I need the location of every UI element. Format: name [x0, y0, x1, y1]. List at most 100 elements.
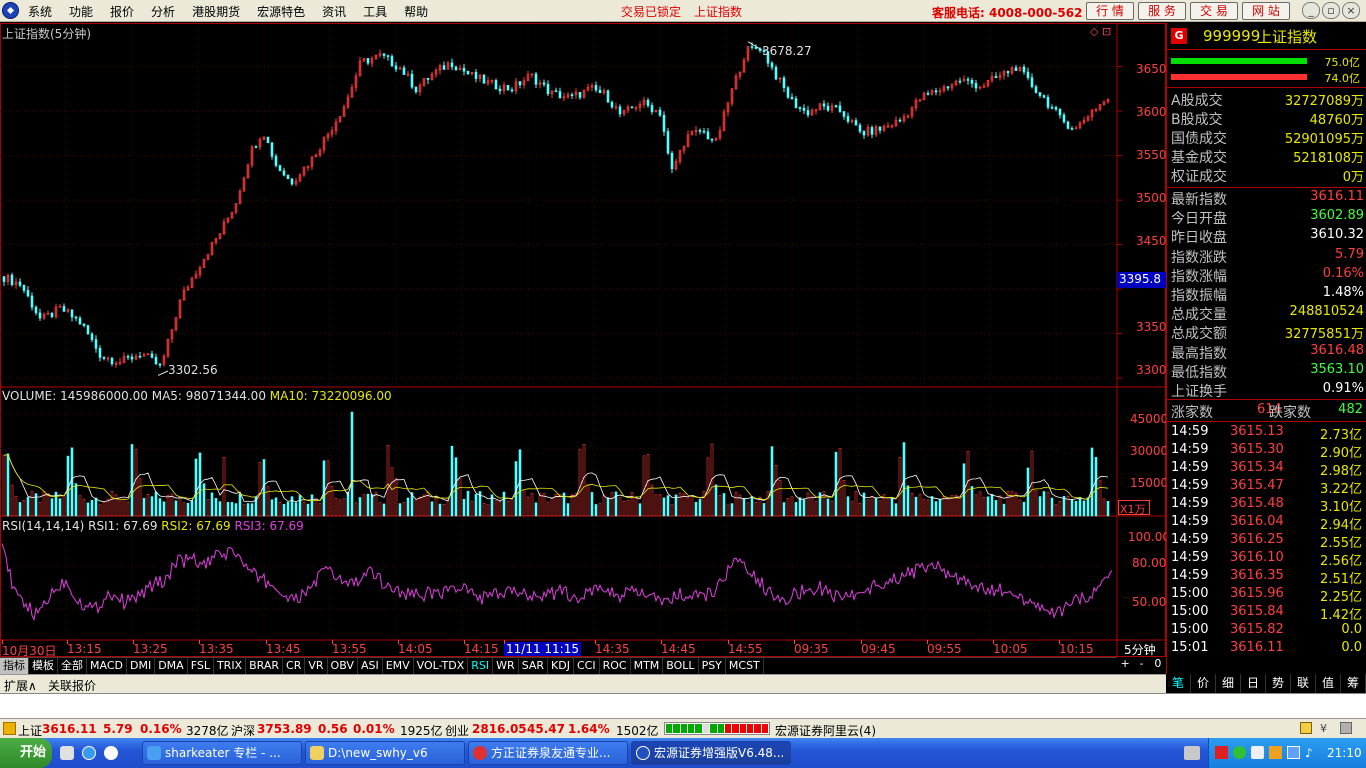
- close-icon[interactable]: ×: [1342, 2, 1360, 19]
- indicator-tab-sar[interactable]: SAR: [519, 658, 549, 674]
- task-folder[interactable]: D:\new_swhy_v6: [305, 741, 465, 765]
- candle-body: [286, 174, 290, 179]
- quote-tab[interactable]: 联: [1291, 674, 1316, 693]
- task-blog[interactable]: sharkeater 专栏 - ...: [142, 741, 302, 765]
- chart-corner-icons[interactable]: ◇ ⊡: [1090, 25, 1111, 38]
- quick-launch-icon[interactable]: [60, 746, 74, 760]
- indicator-tab-rsi[interactable]: RSI: [468, 658, 494, 674]
- menu-help[interactable]: 帮助: [404, 3, 428, 20]
- tick-row[interactable]: 14:59 3616.25 2.55亿: [1170, 532, 1364, 551]
- app-logo-icon[interactable]: [2, 2, 19, 19]
- task-fangzheng[interactable]: 方正证券泉友通专业...: [468, 741, 628, 765]
- indicator-tab-emv[interactable]: EMV: [383, 658, 414, 674]
- menu-analysis[interactable]: 分析: [151, 3, 175, 20]
- indicator-tab-vol-tdx[interactable]: VOL-TDX: [414, 658, 469, 674]
- start-button[interactable]: 开始: [0, 738, 52, 768]
- keyboard-icon[interactable]: [1184, 746, 1200, 760]
- indicator-tab-vr[interactable]: VR: [305, 658, 328, 674]
- menu-hk-futures[interactable]: 港股期货: [192, 3, 240, 20]
- warning-icon[interactable]: [1300, 722, 1312, 734]
- volume-bar: [650, 484, 654, 517]
- website-button[interactable]: 网 站: [1242, 2, 1290, 20]
- indicator-tab-指标[interactable]: 指标: [0, 658, 29, 674]
- indicator-tab-fsl[interactable]: FSL: [188, 658, 214, 674]
- indicator-tab-全部[interactable]: 全部: [58, 658, 87, 674]
- quote-tab[interactable]: 细: [1216, 674, 1241, 693]
- tick-row[interactable]: 14:59 3615.48 3.10亿: [1170, 496, 1364, 515]
- volume-bar: [470, 500, 474, 517]
- indicator-tab-mtm[interactable]: MTM: [631, 658, 664, 674]
- indicator-tab-boll[interactable]: BOLL: [663, 658, 699, 674]
- tick-row[interactable]: 15:00 3615.84 1.42亿: [1170, 604, 1364, 623]
- market-button[interactable]: 行 情: [1086, 2, 1134, 20]
- chart-area[interactable]: 上证指数(5分钟) ◇ ⊡ 3678.27 3302.56 3650 3600 …: [0, 23, 1170, 658]
- tick-row[interactable]: 15:01 3616.11 0.0: [1170, 640, 1364, 658]
- indicator-tab-trix[interactable]: TRIX: [214, 658, 247, 674]
- restore-icon[interactable]: ▫: [1322, 2, 1340, 19]
- tray-display-icon[interactable]: [1287, 746, 1300, 759]
- quote-tab[interactable]: 日: [1241, 674, 1266, 693]
- tray-network-icon[interactable]: [1233, 746, 1246, 759]
- menu-news[interactable]: 资讯: [322, 3, 346, 20]
- indicator-tab-kdj[interactable]: KDJ: [548, 658, 574, 674]
- tick-row[interactable]: 14:59 3616.35 2.51亿: [1170, 568, 1364, 587]
- indicator-tab-roc[interactable]: ROC: [600, 658, 631, 674]
- chart-canvas[interactable]: [0, 23, 1166, 657]
- tick-row[interactable]: 14:59 3615.34 2.98亿: [1170, 460, 1364, 479]
- trade-lock-status[interactable]: 交易已锁定: [621, 3, 681, 20]
- indicator-tab-dma[interactable]: DMA: [155, 658, 188, 674]
- menu-tools[interactable]: 工具: [363, 3, 387, 20]
- tick-row[interactable]: 15:00 3615.82 0.0: [1170, 622, 1364, 640]
- tick-row[interactable]: 14:59 3615.47 3.22亿: [1170, 478, 1364, 497]
- zoom-reset-button[interactable]: 0: [1150, 657, 1166, 674]
- tick-row[interactable]: 14:59 3616.04 2.94亿: [1170, 514, 1364, 533]
- menu-system[interactable]: 系统: [28, 3, 52, 20]
- indicator-tab-cr[interactable]: CR: [283, 658, 306, 674]
- volume-bar: [718, 494, 722, 517]
- zoom-in-button[interactable]: +: [1117, 657, 1133, 674]
- candle-body: [62, 306, 66, 312]
- period-label[interactable]: 5分钟: [1124, 641, 1156, 658]
- settings-icon[interactable]: [1340, 722, 1352, 734]
- quote-tab[interactable]: 筹: [1341, 674, 1366, 693]
- minimize-icon[interactable]: _: [1302, 2, 1320, 19]
- tick-row[interactable]: 14:59 3616.10 2.56亿: [1170, 550, 1364, 569]
- indicator-tab-模板[interactable]: 模板: [29, 658, 58, 674]
- quote-tab[interactable]: 值: [1316, 674, 1341, 693]
- indicator-tab-asi[interactable]: ASI: [358, 658, 383, 674]
- tray-volume-icon[interactable]: ♪: [1305, 746, 1318, 760]
- stat-row: 昨日收盘 3610.32: [1170, 227, 1364, 246]
- menu-hongyuan[interactable]: 宏源特色: [257, 3, 305, 20]
- menu-function[interactable]: 功能: [69, 3, 93, 20]
- tick-row[interactable]: 15:00 3615.96 2.25亿: [1170, 586, 1364, 605]
- expand-tab[interactable]: 扩展∧: [4, 677, 37, 694]
- indicator-tab-brar[interactable]: BRAR: [246, 658, 284, 674]
- indicator-tab-cci[interactable]: CCI: [574, 658, 600, 674]
- tick-amount: 1.42亿: [1320, 608, 1362, 623]
- volume-bar: [766, 491, 770, 517]
- quote-tab[interactable]: 价: [1191, 674, 1216, 693]
- tray-security-icon[interactable]: [1269, 746, 1282, 759]
- volume-bar: [422, 494, 426, 517]
- service-button[interactable]: 服 务: [1138, 2, 1186, 20]
- indicator-tab-wr[interactable]: WR: [493, 658, 519, 674]
- tray-ime-icon[interactable]: [1215, 746, 1228, 759]
- tray-app-icon[interactable]: [1251, 746, 1264, 759]
- indicator-tab-obv[interactable]: OBV: [328, 658, 358, 674]
- related-quote-tab[interactable]: 关联报价: [48, 677, 96, 694]
- indicator-tab-dmi[interactable]: DMI: [127, 658, 156, 674]
- menu-quote[interactable]: 报价: [110, 3, 134, 20]
- quote-tab[interactable]: 势: [1266, 674, 1291, 693]
- zoom-out-button[interactable]: -: [1133, 657, 1149, 674]
- quote-tab[interactable]: 笔: [1166, 674, 1191, 693]
- task-hongyuan[interactable]: 宏源证券增强版V6.48...: [631, 741, 791, 765]
- indicator-tab-psy[interactable]: PSY: [699, 658, 726, 674]
- index-link[interactable]: 上证指数: [694, 3, 742, 20]
- ie-icon[interactable]: [82, 746, 96, 760]
- indicator-tab-macd[interactable]: MACD: [87, 658, 127, 674]
- tick-row[interactable]: 14:59 3615.13 2.73亿: [1170, 424, 1364, 443]
- tick-row[interactable]: 14:59 3615.30 2.90亿: [1170, 442, 1364, 461]
- indicator-tab-mcst[interactable]: MCST: [726, 658, 764, 674]
- trade-button[interactable]: 交 易: [1190, 2, 1238, 20]
- app-quick-icon[interactable]: [104, 746, 118, 760]
